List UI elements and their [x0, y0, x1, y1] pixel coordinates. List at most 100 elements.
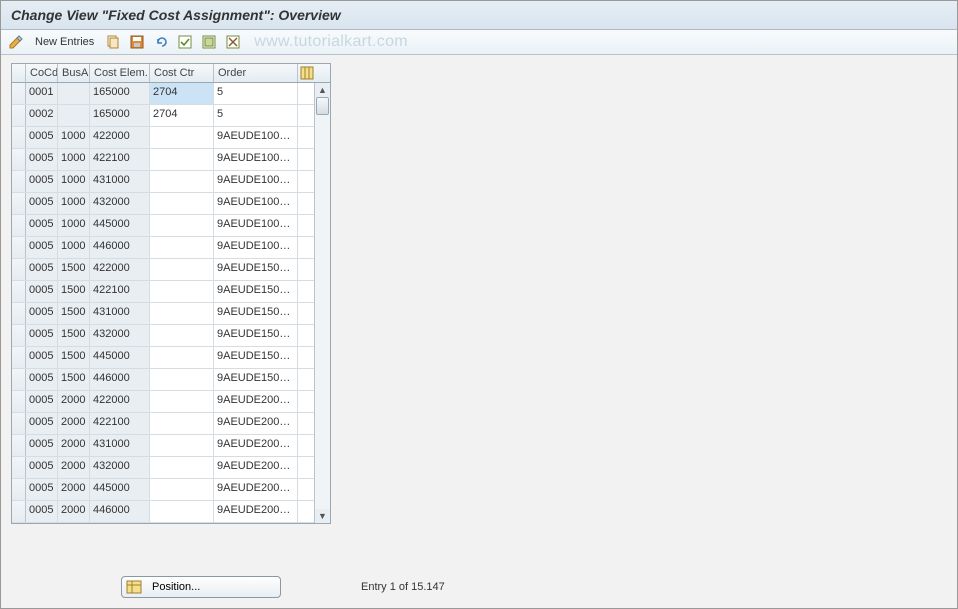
cell-order[interactable]: 9AEUDE150…	[214, 259, 298, 280]
select-block-icon[interactable]	[200, 33, 218, 51]
cell-cocd[interactable]: 0005	[26, 501, 58, 522]
cell-busa[interactable]: 1000	[58, 215, 90, 236]
header-rowmarker[interactable]	[12, 64, 26, 82]
cell-order[interactable]: 9AEUDE150…	[214, 369, 298, 390]
cell-cost-elem[interactable]: 431000	[90, 303, 150, 324]
row-marker[interactable]	[12, 127, 26, 148]
cell-busa[interactable]: 1000	[58, 149, 90, 170]
copy-icon[interactable]	[104, 33, 122, 51]
cell-cost-elem[interactable]: 432000	[90, 193, 150, 214]
cell-cost-elem[interactable]: 422000	[90, 391, 150, 412]
cell-cocd[interactable]: 0005	[26, 281, 58, 302]
cell-cocd[interactable]: 0005	[26, 457, 58, 478]
cell-busa[interactable]: 2000	[58, 501, 90, 522]
cell-cost-ctr[interactable]: 2704	[150, 105, 214, 126]
cell-cost-elem[interactable]: 445000	[90, 347, 150, 368]
cell-order[interactable]: 9AEUDE200…	[214, 391, 298, 412]
cell-cost-ctr[interactable]	[150, 127, 214, 148]
cell-cost-ctr[interactable]	[150, 215, 214, 236]
cell-cocd[interactable]: 0005	[26, 149, 58, 170]
cell-cost-ctr[interactable]	[150, 369, 214, 390]
header-order[interactable]: Order	[214, 64, 298, 82]
cell-cocd[interactable]: 0005	[26, 127, 58, 148]
row-marker[interactable]	[12, 479, 26, 500]
cell-cost-ctr[interactable]	[150, 457, 214, 478]
save-variant-icon[interactable]	[128, 33, 146, 51]
cell-order[interactable]: 9AEUDE200…	[214, 435, 298, 456]
cell-cost-ctr[interactable]	[150, 435, 214, 456]
row-marker[interactable]	[12, 237, 26, 258]
configure-columns-icon[interactable]	[298, 64, 316, 82]
cell-cocd[interactable]: 0005	[26, 369, 58, 390]
cell-cost-elem[interactable]: 422100	[90, 149, 150, 170]
cell-order[interactable]: 9AEUDE150…	[214, 281, 298, 302]
cell-order[interactable]: 9AEUDE200…	[214, 501, 298, 522]
cell-cocd[interactable]: 0005	[26, 303, 58, 324]
cell-cocd[interactable]: 0005	[26, 413, 58, 434]
cell-busa[interactable]: 1000	[58, 171, 90, 192]
header-busa[interactable]: BusA	[58, 64, 90, 82]
cell-busa[interactable]: 2000	[58, 457, 90, 478]
cell-busa[interactable]: 1500	[58, 281, 90, 302]
row-marker[interactable]	[12, 193, 26, 214]
row-marker[interactable]	[12, 325, 26, 346]
cell-busa[interactable]: 1500	[58, 303, 90, 324]
row-marker[interactable]	[12, 457, 26, 478]
cell-cost-ctr[interactable]	[150, 413, 214, 434]
cell-cost-ctr[interactable]	[150, 325, 214, 346]
row-marker[interactable]	[12, 149, 26, 170]
scroll-down-icon[interactable]: ▼	[316, 509, 330, 523]
cell-busa[interactable]	[58, 83, 90, 104]
header-cost-elem[interactable]: Cost Elem.	[90, 64, 150, 82]
cell-cost-ctr[interactable]	[150, 193, 214, 214]
cell-cocd[interactable]: 0002	[26, 105, 58, 126]
cell-cost-elem[interactable]: 446000	[90, 369, 150, 390]
header-cost-ctr[interactable]: Cost Ctr	[150, 64, 214, 82]
cell-order[interactable]: 9AEUDE100…	[214, 171, 298, 192]
cell-cocd[interactable]: 0005	[26, 325, 58, 346]
cell-cocd[interactable]: 0005	[26, 347, 58, 368]
cell-cocd[interactable]: 0005	[26, 435, 58, 456]
cell-order[interactable]: 9AEUDE100…	[214, 237, 298, 258]
row-marker[interactable]	[12, 303, 26, 324]
row-marker[interactable]	[12, 369, 26, 390]
cell-order[interactable]: 9AEUDE150…	[214, 347, 298, 368]
cell-cost-elem[interactable]: 431000	[90, 171, 150, 192]
cell-busa[interactable]: 1000	[58, 127, 90, 148]
cell-cost-elem[interactable]: 445000	[90, 479, 150, 500]
scroll-up-icon[interactable]: ▲	[316, 83, 330, 97]
cell-cost-ctr[interactable]	[150, 237, 214, 258]
cell-cost-elem[interactable]: 165000	[90, 83, 150, 104]
cell-cocd[interactable]: 0001	[26, 83, 58, 104]
cell-cost-elem[interactable]: 422000	[90, 259, 150, 280]
cell-order[interactable]: 9AEUDE200…	[214, 457, 298, 478]
row-marker[interactable]	[12, 215, 26, 236]
cell-cost-ctr[interactable]	[150, 303, 214, 324]
cell-cost-elem[interactable]: 446000	[90, 237, 150, 258]
position-button[interactable]: Position...	[121, 576, 281, 598]
deselect-all-icon[interactable]	[224, 33, 242, 51]
row-marker[interactable]	[12, 259, 26, 280]
cell-cost-elem[interactable]: 431000	[90, 435, 150, 456]
cell-cocd[interactable]: 0005	[26, 259, 58, 280]
row-marker[interactable]	[12, 347, 26, 368]
row-marker[interactable]	[12, 391, 26, 412]
cell-cocd[interactable]: 0005	[26, 479, 58, 500]
cell-cost-elem[interactable]: 432000	[90, 457, 150, 478]
cell-busa[interactable]: 1500	[58, 259, 90, 280]
cell-busa[interactable]: 1500	[58, 369, 90, 390]
cell-order[interactable]: 9AEUDE150…	[214, 325, 298, 346]
cell-cocd[interactable]: 0005	[26, 171, 58, 192]
cell-busa[interactable]: 2000	[58, 479, 90, 500]
cell-cocd[interactable]: 0005	[26, 391, 58, 412]
cell-busa[interactable]: 1500	[58, 347, 90, 368]
cell-busa[interactable]: 1000	[58, 193, 90, 214]
cell-order[interactable]: 9AEUDE200…	[214, 413, 298, 434]
cell-cost-elem[interactable]: 432000	[90, 325, 150, 346]
scroll-thumb[interactable]	[316, 97, 329, 115]
cell-busa[interactable]: 2000	[58, 435, 90, 456]
cell-order[interactable]: 9AEUDE200…	[214, 479, 298, 500]
cell-order[interactable]: 9AEUDE100…	[214, 149, 298, 170]
cell-busa[interactable]: 1500	[58, 325, 90, 346]
cell-cost-ctr[interactable]	[150, 281, 214, 302]
